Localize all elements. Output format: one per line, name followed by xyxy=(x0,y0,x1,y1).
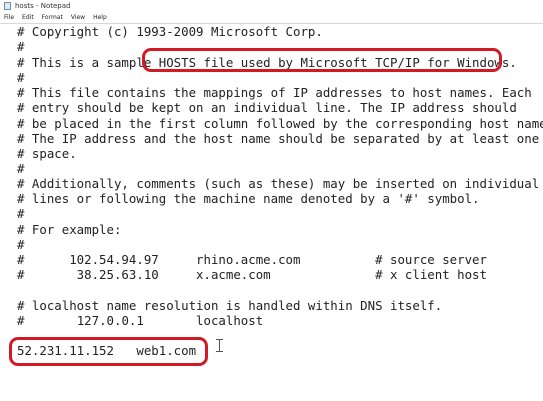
menu-file[interactable]: File xyxy=(4,13,14,23)
hosts-entry-line: 52.231.11.152 web1.com xyxy=(17,342,197,358)
text-line: # xyxy=(17,236,25,252)
text-line: # This is a sample HOSTS file used by Mi… xyxy=(17,54,517,70)
text-line: # Additionally, comments (such as these)… xyxy=(17,176,540,191)
window-title: hosts - Notepad xyxy=(15,2,71,10)
text-line: # xyxy=(17,161,25,176)
text-line: # For example: xyxy=(17,221,122,237)
text-line: # be placed in the first column followed… xyxy=(17,115,543,131)
text-line: # space. xyxy=(17,146,77,161)
text-line: # This file contains the mappings of IP … xyxy=(17,85,532,100)
text-line: # 38.25.63.10 x.acme.com # x client host xyxy=(17,267,487,282)
text-line: # localhost name resolution is handled w… xyxy=(17,297,443,313)
text-line: # 127.0.0.1 localhost xyxy=(17,312,264,328)
menu-edit[interactable]: Edit xyxy=(22,13,34,23)
text-line: # The IP address and the host name shoul… xyxy=(17,130,540,146)
text-line: # lines or following the machine name de… xyxy=(17,191,480,206)
text-line: # 102.54.94.97 rhino.acme.com # source s… xyxy=(17,252,487,267)
text-line: # Copyright (c) 1993-2009 Microsoft Corp… xyxy=(17,24,323,39)
text-line: # xyxy=(17,39,25,54)
menu-bar: File Edit Format View Help xyxy=(0,13,543,23)
menu-view[interactable]: View xyxy=(71,13,85,23)
menu-format[interactable]: Format xyxy=(42,13,63,23)
notepad-icon xyxy=(4,2,11,10)
text-cursor-icon xyxy=(216,339,224,352)
title-bar: hosts - Notepad xyxy=(0,0,543,13)
text-line: # xyxy=(17,69,25,85)
menu-help[interactable]: Help xyxy=(93,13,107,23)
text-line: # xyxy=(17,206,25,221)
text-line: # entry should be kept on an individual … xyxy=(17,100,517,115)
